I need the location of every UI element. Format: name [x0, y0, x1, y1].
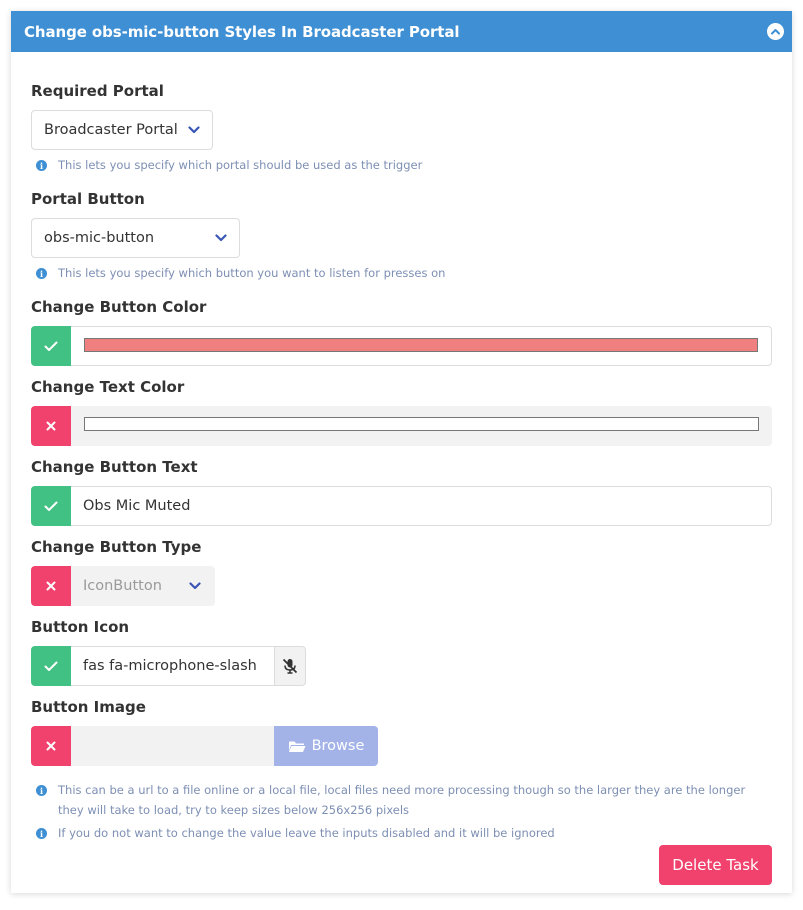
close-icon [46, 741, 56, 751]
button-image-help: i This can be a url to a file online or … [36, 780, 772, 820]
microphone-slash-icon [282, 658, 298, 674]
icon-preview [274, 646, 306, 686]
browse-button[interactable]: Browse [274, 726, 378, 766]
browse-label: Browse [311, 738, 365, 754]
task-card: Change obs-mic-button Styles In Broadcas… [11, 11, 792, 893]
button-icon-toggle[interactable] [31, 646, 71, 686]
text-color-swatch [84, 417, 759, 431]
info-icon: i [36, 268, 47, 279]
button-type-select[interactable]: IconButton [71, 566, 215, 606]
button-type-label: Change Button Type [31, 538, 202, 556]
button-color-toggle[interactable] [31, 326, 71, 366]
button-image-label: Button Image [31, 698, 146, 716]
required-portal-label: Required Portal [31, 82, 164, 100]
footer-help: i If you do not want to change the value… [36, 823, 555, 843]
folder-open-icon [288, 741, 306, 752]
chevron-up-icon [771, 29, 780, 35]
button-type-value: IconButton [83, 578, 162, 594]
portal-button-select[interactable]: obs-mic-button [31, 218, 240, 258]
check-icon [44, 501, 58, 511]
delete-task-button[interactable]: Delete Task [659, 845, 772, 885]
portal-select-value: Broadcaster Portal [44, 122, 178, 138]
text-color-toggle[interactable] [31, 406, 71, 446]
button-type-toggle[interactable] [31, 566, 71, 606]
portal-help-text: This lets you specify which portal shoul… [58, 158, 423, 172]
button-icon-value: fas fa-microphone-slash [83, 658, 257, 674]
footer-help-text: If you do not want to change the value l… [58, 826, 555, 840]
button-image-help-text: This can be a url to a file online or a … [58, 783, 746, 817]
button-image-input[interactable] [71, 726, 274, 766]
info-icon: i [36, 160, 47, 171]
button-icon-input[interactable]: fas fa-microphone-slash [71, 646, 276, 686]
portal-button-label: Portal Button [31, 190, 145, 208]
text-color-label: Change Text Color [31, 378, 185, 396]
portal-button-help-text: This lets you specify which button you w… [58, 266, 446, 280]
check-icon [44, 341, 58, 351]
button-text-value: Obs Mic Muted [83, 498, 191, 514]
check-icon [44, 661, 58, 671]
text-color-input[interactable] [71, 406, 772, 446]
collapse-button[interactable] [767, 23, 784, 40]
chevron-down-icon [189, 582, 201, 590]
button-image-toggle[interactable] [31, 726, 71, 766]
info-icon: i [36, 785, 47, 796]
portal-button-select-value: obs-mic-button [44, 230, 155, 246]
portal-select[interactable]: Broadcaster Portal [31, 110, 213, 150]
button-text-label: Change Button Text [31, 458, 198, 476]
card-body: Required Portal Broadcaster Portal i Thi… [31, 52, 772, 893]
card-header: Change obs-mic-button Styles In Broadcas… [11, 11, 792, 52]
chevron-down-icon [215, 234, 227, 242]
button-icon-label: Button Icon [31, 618, 130, 636]
button-text-toggle[interactable] [31, 486, 71, 526]
close-icon [46, 421, 56, 431]
button-color-input[interactable] [71, 326, 772, 366]
card-title: Change obs-mic-button Styles In Broadcas… [24, 22, 460, 41]
chevron-down-icon [188, 126, 200, 134]
button-color-swatch [84, 338, 758, 352]
info-icon: i [36, 828, 47, 839]
button-color-label: Change Button Color [31, 298, 207, 316]
portal-button-help: i This lets you specify which button you… [36, 263, 445, 283]
portal-help: i This lets you specify which portal sho… [36, 155, 422, 175]
close-icon [46, 581, 56, 591]
button-text-input[interactable]: Obs Mic Muted [71, 486, 772, 526]
